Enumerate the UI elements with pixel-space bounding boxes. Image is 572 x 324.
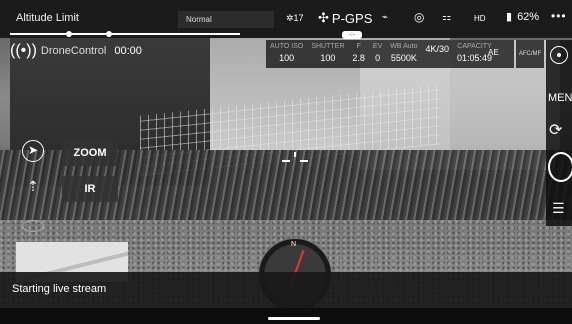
camera-param[interactable]: 4K/30 — [425, 42, 449, 66]
camera-param-value: 100 — [320, 53, 336, 63]
hd-signal-indicator: HD — [474, 14, 486, 23]
controller-signal-icon: ⚏ — [442, 12, 451, 23]
menu-button[interactable]: MENU — [548, 92, 572, 104]
live-indicator: ((•)) DroneControl 00:00 — [10, 42, 142, 60]
focus-target-icon[interactable] — [550, 46, 568, 64]
camera-param[interactable]: AUTO ISO 100 — [270, 42, 303, 66]
altitude-slider-knob-left[interactable] — [66, 31, 72, 37]
center-crosshair — [282, 152, 308, 170]
satellite-icon: ✲ — [286, 13, 294, 23]
gps-mode-label: P-GPS — [331, 10, 373, 26]
battery-status[interactable]: ▮ 62% — [506, 10, 540, 24]
altitude-slider-knob-right[interactable] — [106, 31, 112, 37]
camera-param-value: 2.8 — [352, 53, 365, 63]
hd-signal-label: HD — [474, 14, 486, 23]
remote-signal-icon: ⌁ — [382, 12, 389, 23]
camera-param-label: WB Auto — [390, 43, 418, 50]
altitude-limit-slider[interactable] — [10, 31, 240, 37]
camera-mode-switch-icon[interactable]: ⟳ — [549, 120, 562, 140]
af-mf-toggle[interactable]: AFC/MF — [516, 40, 544, 68]
broadcast-icon: ((•)) — [10, 42, 37, 59]
gps-mode[interactable]: ✣ P-GPS — [318, 10, 372, 26]
camera-param[interactable]: EV 0 — [373, 42, 382, 66]
camera-param[interactable]: CAPACITY 01:05:49 — [457, 42, 492, 66]
camera-param-label: CAPACITY — [457, 43, 492, 50]
camera-param-value: 5500K — [390, 53, 417, 63]
compass-arrow-icon: ➤ — [27, 143, 39, 157]
camera-param-value: 100 — [279, 53, 295, 63]
ir-button[interactable]: IR — [62, 176, 118, 202]
camera-settings-icon[interactable]: ☰ — [552, 200, 565, 217]
camera-param-label: F — [356, 43, 361, 50]
drone-icon: ✣ — [318, 10, 329, 25]
status-toast: Starting live stream — [0, 272, 572, 308]
brand-label: DroneControl — [40, 45, 107, 57]
top-status-bar: Altitude Limit Normal ✲17 ✣ P-GPS ⌁ ◎ ⚏ … — [0, 0, 572, 39]
satellite-count-value: 17 — [293, 13, 304, 23]
map-compass-button[interactable]: ➤ — [22, 140, 44, 162]
more-menu-icon[interactable]: ••• — [551, 9, 567, 23]
battery-percent: 62% — [517, 10, 540, 23]
ae-lock-label[interactable]: AE — [488, 48, 499, 57]
north-label: N — [291, 241, 297, 248]
camera-param-value: 4K/30 — [425, 44, 450, 54]
camera-param-label: AUTO ISO — [270, 43, 304, 50]
camera-param-value: 0 — [375, 53, 381, 63]
bottom-bar — [0, 308, 572, 324]
shutter-button[interactable] — [548, 152, 572, 182]
flight-mode-selector[interactable]: Normal — [178, 11, 274, 28]
toast-message: Starting live stream — [12, 283, 107, 295]
takeoff-button[interactable]: ⇡ — [22, 178, 44, 200]
return-home-icon[interactable] — [22, 220, 44, 232]
camera-params-panel[interactable]: AUTO ISO 100 SHUTTER 100 F 2.8 EV 0 WB Auto 5500K… — [266, 40, 514, 68]
takeoff-icon: ⇡ — [27, 178, 39, 194]
camera-param-value: 01:05:49 — [457, 53, 493, 63]
satellite-count: ✲17 — [286, 13, 304, 24]
home-indicator[interactable] — [268, 317, 320, 320]
vision-sensor-icon: ◎ — [414, 10, 425, 24]
camera-param[interactable]: WB Auto 5500K — [390, 42, 417, 66]
camera-param[interactable]: SHUTTER 100 — [311, 42, 344, 66]
live-timer: 00:00 — [114, 45, 142, 57]
zoom-button[interactable]: ZOOM — [62, 140, 118, 166]
camera-param[interactable]: F 2.8 — [352, 42, 365, 66]
battery-icon: ▮ — [506, 11, 513, 23]
camera-param-label: EV — [372, 43, 383, 50]
drag-handle[interactable]: -:- — [342, 31, 362, 39]
altitude-limit-label: Altitude Limit — [16, 12, 79, 24]
camera-param-label: SHUTTER — [311, 43, 345, 50]
